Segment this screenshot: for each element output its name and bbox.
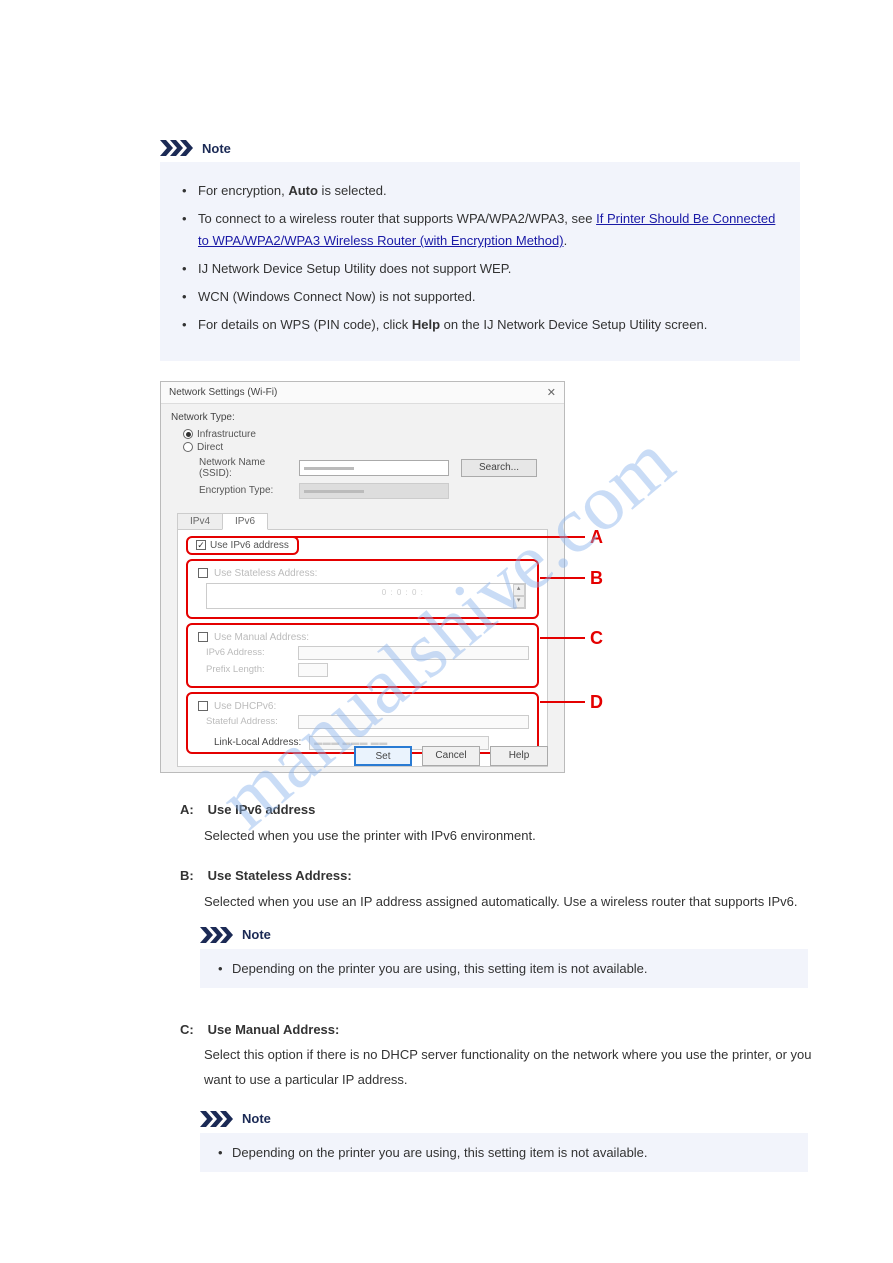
note-item: WCN (Windows Connect Now) is not support… (182, 286, 778, 308)
prefix-length-label: Prefix Length: (206, 664, 292, 675)
note-item: IJ Network Device Setup Utility does not… (182, 258, 778, 280)
search-button[interactable]: Search... (461, 459, 537, 477)
prefix-length-input[interactable] (298, 663, 328, 677)
network-settings-dialog: Network Settings (Wi-Fi) ✕ Network Type:… (160, 381, 565, 773)
encryption-label: Encryption Type: (199, 485, 299, 496)
stateful-address-label: Stateful Address: (206, 716, 292, 727)
box-b: Use Stateless Address: 0 : 0 : 0 : ▴▾ (186, 559, 539, 619)
use-dhcpv6-label: Use DHCPv6: (214, 701, 276, 712)
radio-direct-label: Direct (197, 442, 223, 453)
set-button[interactable]: Set (354, 746, 412, 766)
callout-a: A (590, 527, 603, 548)
a-desc-B: Selected when you use an IP address assi… (204, 891, 820, 913)
help-button[interactable]: Help (490, 746, 548, 766)
radio-direct[interactable] (183, 442, 193, 452)
network-type-label: Network Type: (171, 412, 554, 423)
box-a: Use IPv6 address (186, 536, 299, 555)
box-d: Use DHCPv6: Stateful Address: Link-Local… (186, 692, 539, 754)
cancel-button[interactable]: Cancel (422, 746, 480, 766)
a-label-B: B: (180, 865, 204, 887)
encryption-value: ▬▬▬▬▬▬ (299, 483, 449, 499)
note-chevrons-icon: Note (200, 927, 271, 943)
note-label: Note (242, 927, 271, 942)
top-note-box: For encryption, Auto is selected. To con… (160, 162, 800, 361)
use-dhcpv6-checkbox[interactable] (198, 701, 208, 711)
note-item: To connect to a wireless router that sup… (182, 208, 778, 252)
ssid-input[interactable]: ▬▬▬▬▬ (299, 460, 449, 476)
use-stateless-label: Use Stateless Address: (214, 568, 317, 579)
callout-c: C (590, 628, 603, 649)
note-item: For encryption, Auto is selected. (182, 180, 778, 202)
callout-b: B (590, 568, 603, 589)
use-stateless-checkbox[interactable] (198, 568, 208, 578)
dialog-title: Network Settings (Wi-Fi) (169, 387, 277, 398)
stateless-list[interactable]: 0 : 0 : 0 : ▴▾ (206, 583, 526, 609)
note-chevrons-icon: Note (200, 1111, 271, 1127)
note-chevrons-icon: Note (160, 140, 231, 156)
use-manual-label: Use Manual Address: (214, 632, 309, 643)
a-title-B: Use Stateless Address: (208, 868, 352, 883)
radio-infrastructure-label: Infrastructure (197, 429, 256, 440)
a-title-C: Use Manual Address: (208, 1022, 340, 1037)
ipv6-address-input[interactable] (298, 646, 529, 660)
tab-ipv6[interactable]: IPv6 (222, 513, 268, 530)
close-icon[interactable]: ✕ (547, 386, 556, 399)
box-c: Use Manual Address: IPv6 Address: Prefix… (186, 623, 539, 688)
note-b-body: • Depending on the printer you are using… (200, 949, 808, 989)
a-desc-A: Selected when you use the printer with I… (204, 825, 820, 847)
ipv6-panel: Use IPv6 address Use Stateless Address: … (177, 529, 548, 767)
note-label: Note (242, 1111, 271, 1126)
a-desc-C: Select this option if there is no DHCP s… (204, 1043, 820, 1092)
note-label: Note (202, 141, 231, 156)
ssid-label: Network Name (SSID): (199, 457, 299, 479)
a-label-A: A: (180, 799, 204, 821)
radio-infrastructure[interactable] (183, 429, 193, 439)
callout-d: D (590, 692, 603, 713)
a-title-A: Use IPv6 address (208, 802, 316, 817)
note-item: For details on WPS (PIN code), click Hel… (182, 314, 778, 336)
use-ipv6-checkbox[interactable] (196, 540, 206, 550)
use-ipv6-label: Use IPv6 address (210, 540, 289, 551)
a-label-C: C: (180, 1018, 204, 1043)
use-manual-checkbox[interactable] (198, 632, 208, 642)
ipv6-address-label: IPv6 Address: (206, 647, 292, 658)
stateful-address-input[interactable] (298, 715, 529, 729)
spinner-icon[interactable]: ▴▾ (513, 584, 525, 608)
tab-ipv4[interactable]: IPv4 (177, 513, 223, 530)
note-d-body: • Depending on the printer you are using… (200, 1133, 808, 1173)
